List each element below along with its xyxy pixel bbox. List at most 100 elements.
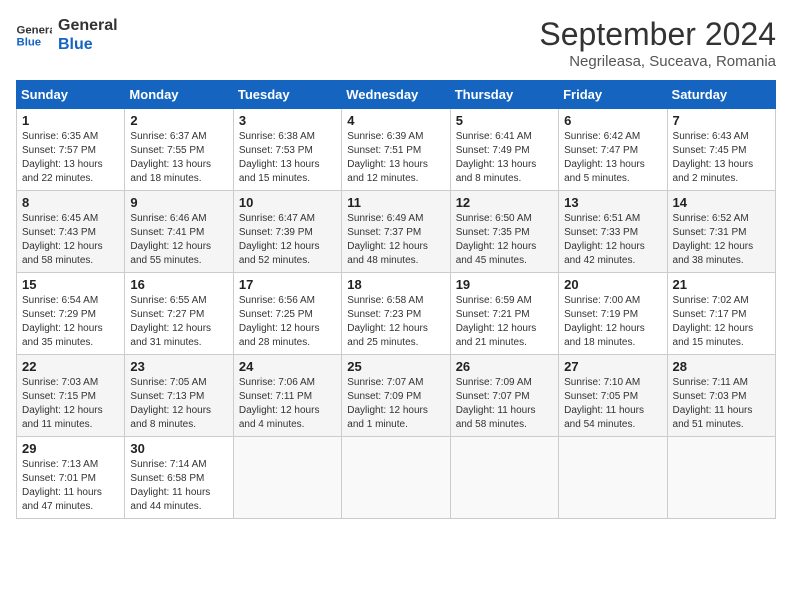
col-header-tuesday: Tuesday xyxy=(233,81,341,109)
day-number: 23 xyxy=(130,359,227,374)
day-info: Sunrise: 6:39 AMSunset: 7:51 PMDaylight:… xyxy=(347,131,428,184)
day-info: Sunrise: 6:49 AMSunset: 7:37 PMDaylight:… xyxy=(347,213,428,266)
calendar-cell: 26 Sunrise: 7:09 AMSunset: 7:07 PMDaylig… xyxy=(450,355,558,437)
col-header-sunday: Sunday xyxy=(17,81,125,109)
day-number: 5 xyxy=(456,113,553,128)
day-number: 6 xyxy=(564,113,661,128)
calendar-cell: 9 Sunrise: 6:46 AMSunset: 7:41 PMDayligh… xyxy=(125,191,233,273)
day-info: Sunrise: 7:02 AMSunset: 7:17 PMDaylight:… xyxy=(673,295,754,348)
day-info: Sunrise: 6:56 AMSunset: 7:25 PMDaylight:… xyxy=(239,295,320,348)
calendar-cell xyxy=(233,437,341,519)
day-number: 1 xyxy=(22,113,119,128)
day-number: 19 xyxy=(456,277,553,292)
calendar-cell: 27 Sunrise: 7:10 AMSunset: 7:05 PMDaylig… xyxy=(559,355,667,437)
calendar-cell xyxy=(667,437,775,519)
day-number: 13 xyxy=(564,195,661,210)
day-number: 28 xyxy=(673,359,770,374)
day-info: Sunrise: 6:43 AMSunset: 7:45 PMDaylight:… xyxy=(673,131,754,184)
col-header-friday: Friday xyxy=(559,81,667,109)
day-number: 27 xyxy=(564,359,661,374)
title-block: September 2024 Negrileasa, Suceava, Roma… xyxy=(539,16,776,70)
calendar-cell: 21 Sunrise: 7:02 AMSunset: 7:17 PMDaylig… xyxy=(667,273,775,355)
calendar-cell: 10 Sunrise: 6:47 AMSunset: 7:39 PMDaylig… xyxy=(233,191,341,273)
day-info: Sunrise: 6:52 AMSunset: 7:31 PMDaylight:… xyxy=(673,213,754,266)
day-info: Sunrise: 6:59 AMSunset: 7:21 PMDaylight:… xyxy=(456,295,537,348)
logo-line2: Blue xyxy=(58,35,118,54)
logo-line1: General xyxy=(58,16,118,35)
calendar-cell: 22 Sunrise: 7:03 AMSunset: 7:15 PMDaylig… xyxy=(17,355,125,437)
calendar-cell: 15 Sunrise: 6:54 AMSunset: 7:29 PMDaylig… xyxy=(17,273,125,355)
day-number: 2 xyxy=(130,113,227,128)
col-header-monday: Monday xyxy=(125,81,233,109)
day-info: Sunrise: 6:55 AMSunset: 7:27 PMDaylight:… xyxy=(130,295,211,348)
month-title: September 2024 xyxy=(539,16,776,53)
day-number: 21 xyxy=(673,277,770,292)
day-info: Sunrise: 7:09 AMSunset: 7:07 PMDaylight:… xyxy=(456,377,536,430)
day-info: Sunrise: 6:58 AMSunset: 7:23 PMDaylight:… xyxy=(347,295,428,348)
day-number: 20 xyxy=(564,277,661,292)
calendar-cell: 18 Sunrise: 6:58 AMSunset: 7:23 PMDaylig… xyxy=(342,273,450,355)
day-info: Sunrise: 6:37 AMSunset: 7:55 PMDaylight:… xyxy=(130,131,211,184)
day-number: 9 xyxy=(130,195,227,210)
calendar-cell: 24 Sunrise: 7:06 AMSunset: 7:11 PMDaylig… xyxy=(233,355,341,437)
calendar-table: SundayMondayTuesdayWednesdayThursdayFrid… xyxy=(16,80,776,519)
day-info: Sunrise: 7:03 AMSunset: 7:15 PMDaylight:… xyxy=(22,377,103,430)
day-number: 24 xyxy=(239,359,336,374)
logo-icon: General Blue xyxy=(16,21,52,49)
calendar-cell xyxy=(342,437,450,519)
day-info: Sunrise: 6:54 AMSunset: 7:29 PMDaylight:… xyxy=(22,295,103,348)
calendar-cell: 1 Sunrise: 6:35 AMSunset: 7:57 PMDayligh… xyxy=(17,109,125,191)
day-info: Sunrise: 6:35 AMSunset: 7:57 PMDaylight:… xyxy=(22,131,103,184)
calendar-cell: 4 Sunrise: 6:39 AMSunset: 7:51 PMDayligh… xyxy=(342,109,450,191)
calendar-cell xyxy=(450,437,558,519)
calendar-cell: 28 Sunrise: 7:11 AMSunset: 7:03 PMDaylig… xyxy=(667,355,775,437)
day-number: 7 xyxy=(673,113,770,128)
calendar-cell: 7 Sunrise: 6:43 AMSunset: 7:45 PMDayligh… xyxy=(667,109,775,191)
logo: General Blue General Blue xyxy=(16,16,118,54)
calendar-cell: 29 Sunrise: 7:13 AMSunset: 7:01 PMDaylig… xyxy=(17,437,125,519)
day-number: 14 xyxy=(673,195,770,210)
day-info: Sunrise: 7:00 AMSunset: 7:19 PMDaylight:… xyxy=(564,295,645,348)
day-info: Sunrise: 6:51 AMSunset: 7:33 PMDaylight:… xyxy=(564,213,645,266)
calendar-cell: 5 Sunrise: 6:41 AMSunset: 7:49 PMDayligh… xyxy=(450,109,558,191)
day-number: 17 xyxy=(239,277,336,292)
calendar-cell: 11 Sunrise: 6:49 AMSunset: 7:37 PMDaylig… xyxy=(342,191,450,273)
day-info: Sunrise: 7:05 AMSunset: 7:13 PMDaylight:… xyxy=(130,377,211,430)
calendar-cell: 17 Sunrise: 6:56 AMSunset: 7:25 PMDaylig… xyxy=(233,273,341,355)
day-number: 15 xyxy=(22,277,119,292)
calendar-cell: 6 Sunrise: 6:42 AMSunset: 7:47 PMDayligh… xyxy=(559,109,667,191)
day-number: 11 xyxy=(347,195,444,210)
col-header-wednesday: Wednesday xyxy=(342,81,450,109)
day-info: Sunrise: 7:10 AMSunset: 7:05 PMDaylight:… xyxy=(564,377,644,430)
calendar-cell: 12 Sunrise: 6:50 AMSunset: 7:35 PMDaylig… xyxy=(450,191,558,273)
day-number: 10 xyxy=(239,195,336,210)
day-info: Sunrise: 7:13 AMSunset: 7:01 PMDaylight:… xyxy=(22,459,102,512)
col-header-thursday: Thursday xyxy=(450,81,558,109)
day-number: 26 xyxy=(456,359,553,374)
day-number: 30 xyxy=(130,441,227,456)
calendar-cell: 23 Sunrise: 7:05 AMSunset: 7:13 PMDaylig… xyxy=(125,355,233,437)
calendar-cell: 25 Sunrise: 7:07 AMSunset: 7:09 PMDaylig… xyxy=(342,355,450,437)
day-info: Sunrise: 6:47 AMSunset: 7:39 PMDaylight:… xyxy=(239,213,320,266)
day-info: Sunrise: 7:14 AMSunset: 6:58 PMDaylight:… xyxy=(130,459,210,512)
day-info: Sunrise: 7:07 AMSunset: 7:09 PMDaylight:… xyxy=(347,377,428,430)
day-number: 4 xyxy=(347,113,444,128)
day-info: Sunrise: 7:06 AMSunset: 7:11 PMDaylight:… xyxy=(239,377,320,430)
day-number: 3 xyxy=(239,113,336,128)
calendar-cell xyxy=(559,437,667,519)
day-info: Sunrise: 6:41 AMSunset: 7:49 PMDaylight:… xyxy=(456,131,537,184)
col-header-saturday: Saturday xyxy=(667,81,775,109)
day-number: 25 xyxy=(347,359,444,374)
day-number: 16 xyxy=(130,277,227,292)
day-number: 8 xyxy=(22,195,119,210)
day-number: 18 xyxy=(347,277,444,292)
location-subtitle: Negrileasa, Suceava, Romania xyxy=(539,53,776,70)
day-info: Sunrise: 7:11 AMSunset: 7:03 PMDaylight:… xyxy=(673,377,753,430)
day-info: Sunrise: 6:38 AMSunset: 7:53 PMDaylight:… xyxy=(239,131,320,184)
svg-text:General: General xyxy=(17,24,53,36)
calendar-cell: 3 Sunrise: 6:38 AMSunset: 7:53 PMDayligh… xyxy=(233,109,341,191)
svg-text:Blue: Blue xyxy=(17,37,42,49)
day-number: 29 xyxy=(22,441,119,456)
calendar-cell: 20 Sunrise: 7:00 AMSunset: 7:19 PMDaylig… xyxy=(559,273,667,355)
calendar-cell: 14 Sunrise: 6:52 AMSunset: 7:31 PMDaylig… xyxy=(667,191,775,273)
